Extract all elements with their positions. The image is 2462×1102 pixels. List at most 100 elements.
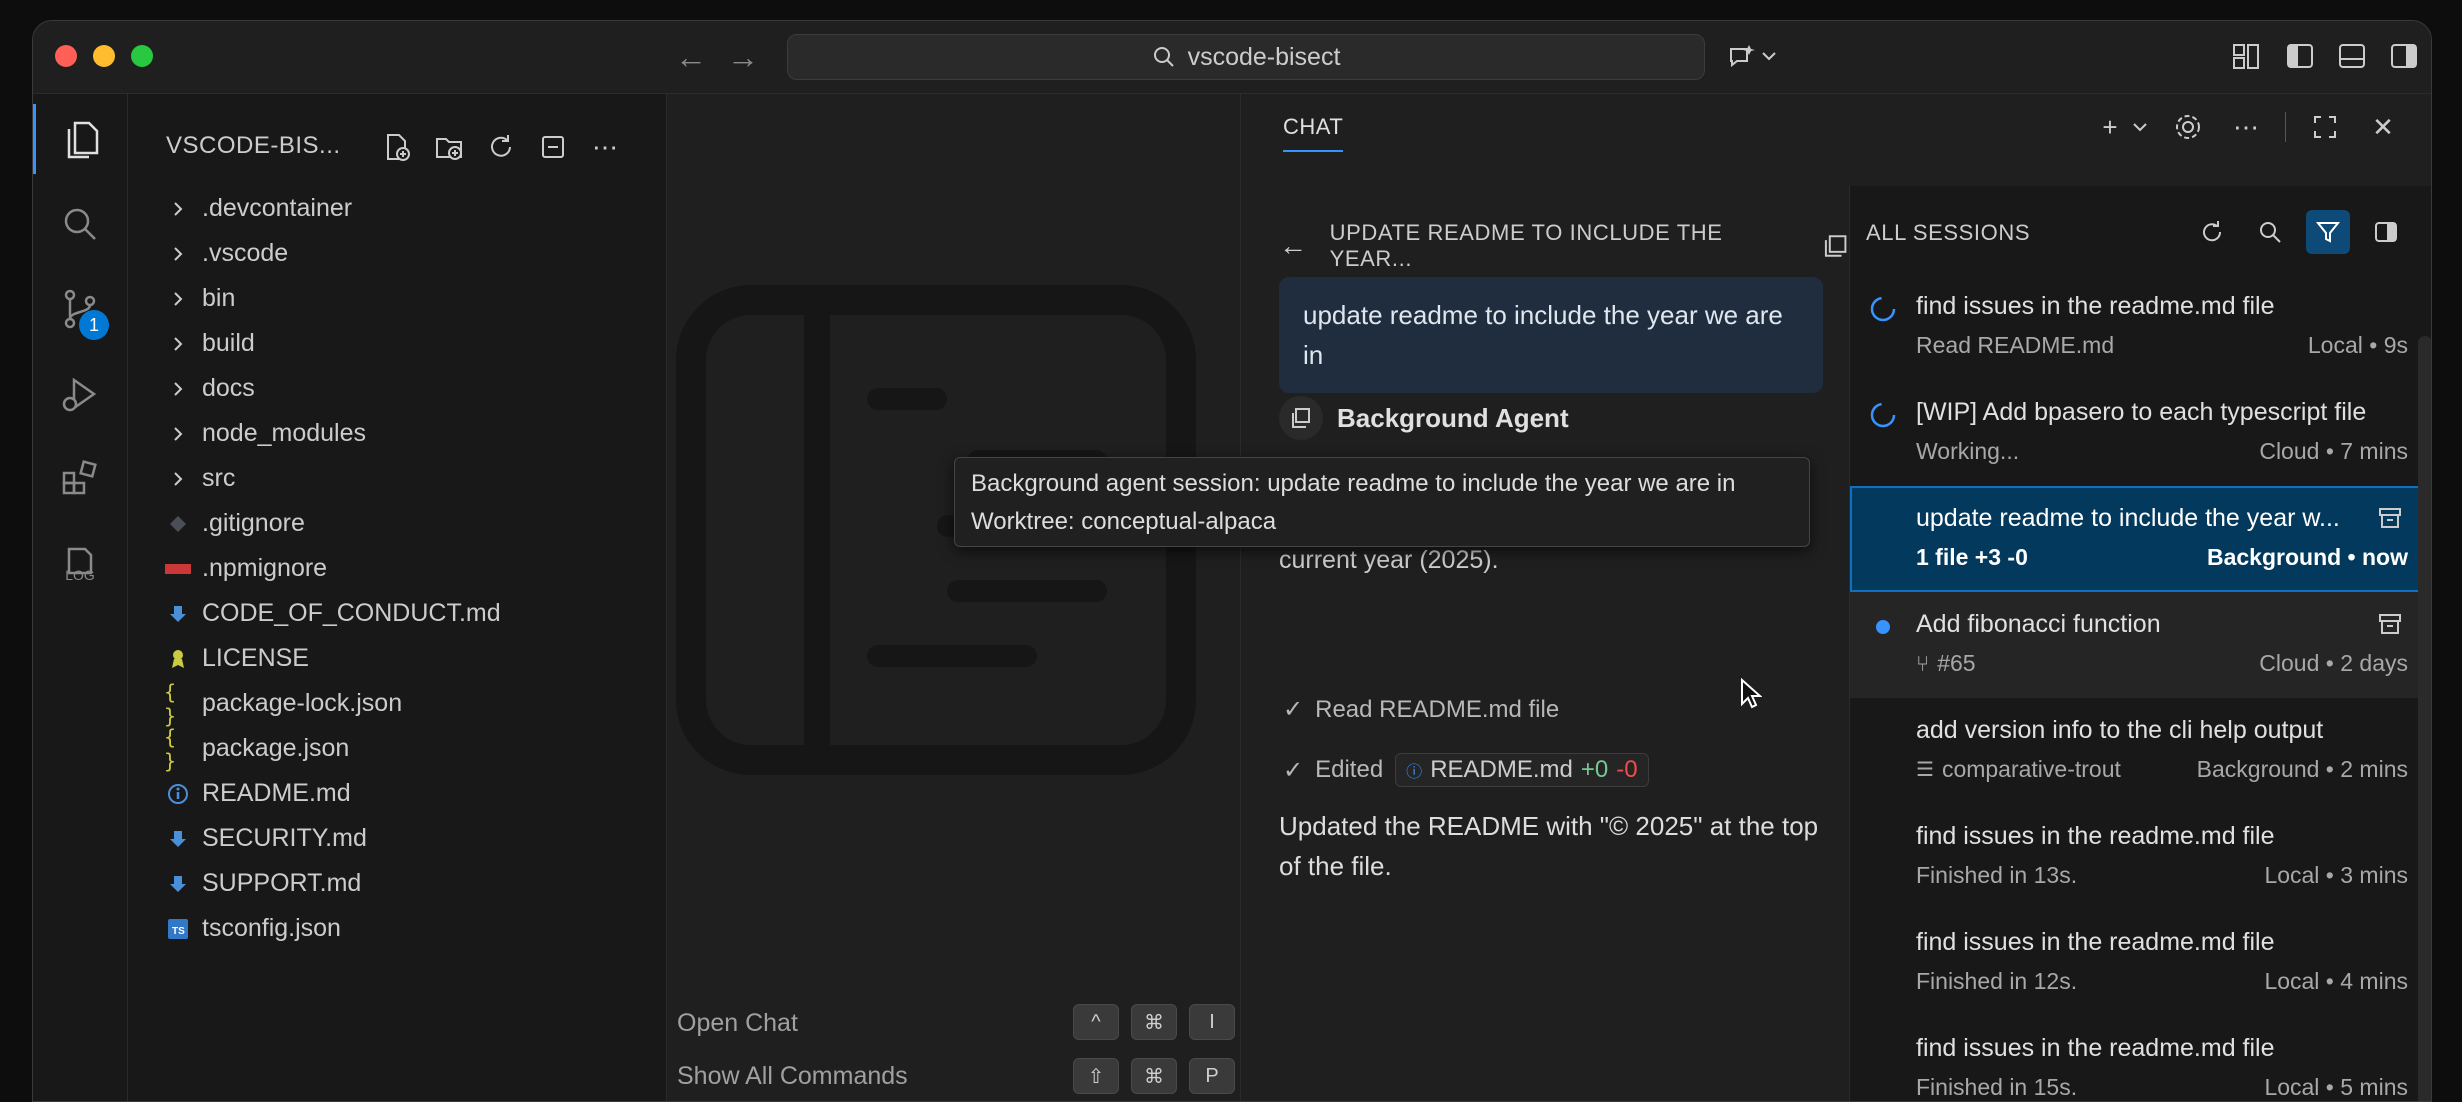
tree-item[interactable]: .npmignore [128, 546, 666, 591]
toggle-primary-sidebar-icon[interactable] [2283, 39, 2317, 73]
session-subtitle: Finished in 15s. [1916, 1074, 2077, 1101]
copy-icon[interactable] [1822, 232, 1849, 260]
new-folder-icon[interactable] [430, 128, 468, 166]
json-icon: { } [164, 724, 177, 773]
editor-area[interactable]: Open Chat ^ ⌘ I Show All Commands ⇧ ⌘ P [667, 94, 1239, 1101]
tree-item[interactable]: CODE_OF_CONDUCT.md [128, 591, 666, 636]
chevron-right-icon [164, 425, 192, 443]
tree-item[interactable]: node_modules [128, 411, 666, 456]
tree-item[interactable]: .vscode [128, 231, 666, 276]
session-item[interactable]: [WIP] Add bpasero to each typescript fil… [1850, 380, 2431, 486]
tree-item-label: src [202, 464, 236, 492]
tree-item-label: build [202, 329, 255, 357]
refresh-icon[interactable] [482, 128, 520, 166]
tree-item[interactable]: { } package.json [128, 724, 666, 773]
tree-item[interactable]: docs [128, 366, 666, 411]
markdown-icon [164, 874, 192, 894]
tree-item-label: README.md [202, 779, 351, 807]
back-arrow-icon[interactable]: ← [1279, 230, 1308, 262]
copilot-icon[interactable] [1725, 39, 1759, 73]
session-item[interactable]: Add fibonacci function ⑂ #65 Cloud • 2 days [1850, 592, 2431, 698]
key-cmd: ⌘ [1131, 1004, 1177, 1040]
search-activity[interactable] [33, 189, 127, 259]
more-actions-icon[interactable]: ⋯ [2227, 108, 2265, 146]
output-log-activity[interactable]: LOG [33, 529, 127, 599]
session-sub-text: Finished in 12s. [1916, 968, 2078, 994]
toggle-panel-icon[interactable] [2335, 39, 2369, 73]
sessions-scrollbar[interactable] [2418, 336, 2431, 1101]
back-arrow-icon[interactable]: ← [675, 39, 707, 76]
tree-item[interactable]: .devcontainer [128, 186, 666, 231]
new-file-icon[interactable] [378, 128, 416, 166]
session-subtitle: Finished in 12s. [1916, 968, 2077, 995]
key-p: P [1189, 1058, 1235, 1094]
chevron-right-icon [164, 335, 192, 353]
tree-item[interactable]: build [128, 321, 666, 366]
tree-item-label: SECURITY.md [202, 824, 367, 852]
maximize-icon[interactable] [2306, 108, 2344, 146]
zoom-window-button[interactable] [131, 45, 153, 67]
extensions-activity[interactable] [33, 444, 127, 514]
show-commands-hint: Show All Commands [677, 1062, 908, 1090]
session-meta: Local • 3 mins [2264, 862, 2408, 888]
agent-name: Background Agent [1337, 402, 1569, 433]
toggle-sidebar-icon[interactable] [2364, 210, 2408, 254]
pull-request-icon: ⑂ [1916, 650, 1930, 676]
session-title: [WIP] Add bpasero to each typescript fil… [1916, 398, 2367, 426]
tree-item-label: .gitignore [202, 509, 305, 537]
archive-icon[interactable] [2376, 610, 2404, 643]
tree-item-label: docs [202, 374, 255, 402]
check-icon: ✓ [1283, 696, 1304, 723]
minimize-window-button[interactable] [93, 45, 115, 67]
new-chat-icon[interactable]: + [2091, 108, 2129, 146]
filter-icon[interactable] [2306, 210, 2350, 254]
file-tree: .devcontainer .vscode bin build docs node_mod… [128, 186, 666, 951]
customize-layout-icon[interactable] [2229, 39, 2263, 73]
tree-item[interactable]: LICENSE [128, 636, 666, 681]
toggle-secondary-sidebar-icon[interactable] [2387, 39, 2421, 73]
files-icon [67, 121, 99, 159]
scm-badge: 1 [79, 310, 109, 340]
session-title: find issues in the readme.md file [1916, 928, 2275, 956]
tree-item[interactable]: src [128, 456, 666, 501]
collapse-all-icon[interactable] [534, 128, 572, 166]
tree-item[interactable]: bin [128, 276, 666, 321]
close-icon[interactable]: ✕ [2364, 108, 2402, 146]
tree-item[interactable]: .gitignore [128, 501, 666, 546]
session-item[interactable]: find issues in the readme.md file Finishe… [1850, 804, 2431, 910]
chat-tab[interactable]: CHAT [1283, 114, 1344, 152]
source-control-activity[interactable]: 1 [33, 274, 127, 344]
tree-item[interactable]: SUPPORT.md [128, 861, 666, 906]
tree-item-label: bin [202, 284, 236, 312]
settings-gear-icon[interactable] [2169, 108, 2207, 146]
session-item[interactable]: find issues in the readme.md file Finishe… [1850, 910, 2431, 1016]
refresh-icon[interactable] [2190, 210, 2234, 254]
session-item[interactable]: update readme to include the year w... 1 … [1850, 486, 2431, 592]
chevron-down-icon[interactable] [2131, 108, 2149, 146]
tree-item[interactable]: { } package-lock.json [128, 680, 666, 728]
key-cmd: ⌘ [1131, 1058, 1177, 1094]
agent-response-fragment: current year (2025). [1279, 546, 1499, 574]
search-icon[interactable] [2248, 210, 2292, 254]
close-window-button[interactable] [55, 45, 77, 67]
chevron-down-icon[interactable] [1759, 39, 1779, 73]
session-item[interactable]: add version info to the cli help output ☰… [1850, 698, 2431, 804]
chevron-right-icon [164, 245, 192, 263]
session-tooltip: Background agent session: update readme … [954, 457, 1810, 547]
explorer-activity[interactable] [33, 104, 130, 174]
step-label: Edited [1315, 756, 1384, 783]
tree-item[interactable]: SECURITY.md [128, 816, 666, 861]
more-actions-icon[interactable]: ⋯ [586, 128, 624, 166]
agent-final-message: Updated the README with "© 2025" at the … [1279, 811, 1819, 881]
archive-icon[interactable] [2376, 504, 2404, 537]
command-center-search[interactable]: vscode-bisect [787, 34, 1705, 80]
forward-arrow-icon[interactable]: → [727, 39, 759, 76]
chevron-right-icon [164, 470, 192, 488]
tree-item[interactable]: TS tsconfig.json [128, 906, 666, 951]
run-debug-activity[interactable] [33, 359, 127, 429]
tree-item[interactable]: README.md [128, 771, 666, 816]
session-item[interactable]: find issues in the readme.md file Finishe… [1850, 1016, 2431, 1101]
file-chip[interactable]: ⓘ README.md +0 -0 [1395, 753, 1649, 787]
markdown-icon [164, 829, 192, 849]
session-item[interactable]: find issues in the readme.md file Read RE… [1850, 274, 2431, 380]
